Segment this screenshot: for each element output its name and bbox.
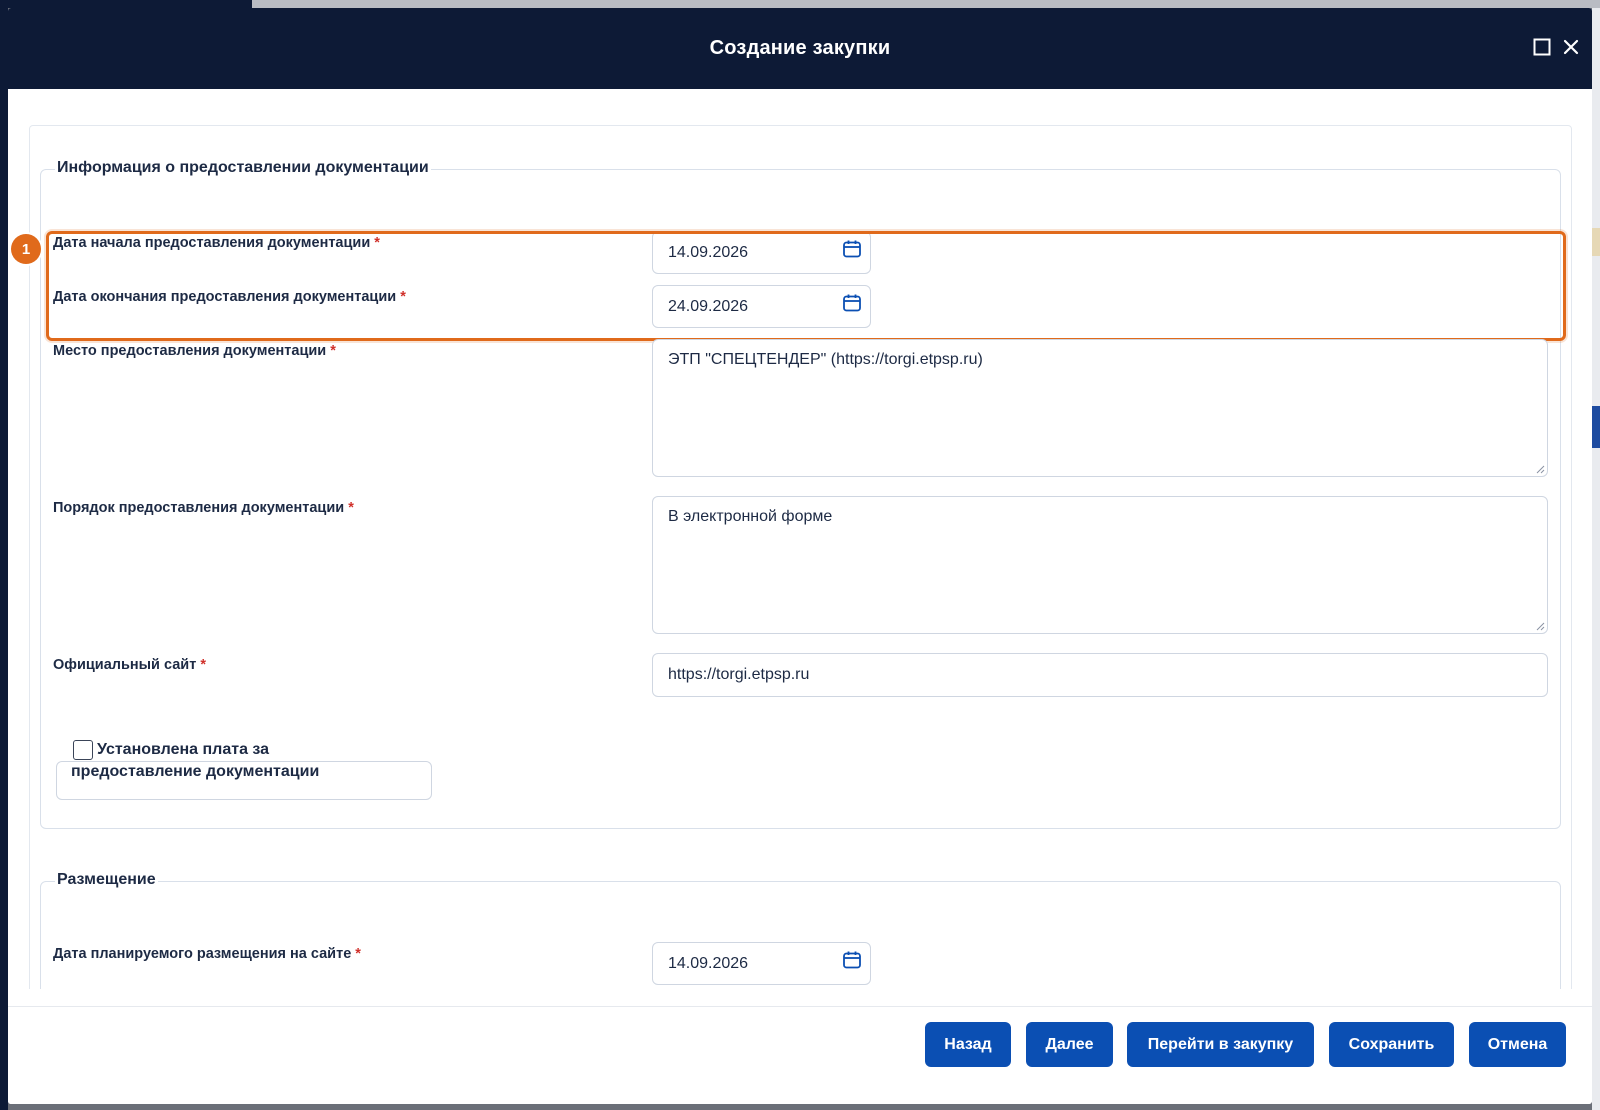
site-input[interactable]: https://torgi.etpsp.ru bbox=[652, 653, 1548, 697]
site-value: https://torgi.etpsp.ru bbox=[668, 666, 810, 683]
placement-section-title: Размещение bbox=[55, 871, 158, 889]
end-date-input[interactable]: 24.09.2026 bbox=[652, 285, 871, 328]
planned-date-value: 14.09.2026 bbox=[668, 954, 749, 972]
end-date-value: 24.09.2026 bbox=[668, 297, 749, 315]
next-button[interactable]: Далее bbox=[1026, 1022, 1113, 1067]
place-value: ЭТП "СПЕЦТЕНДЕР" (https://torgi.etpsp.ru… bbox=[668, 351, 983, 368]
fee-checkbox-label[interactable]: Установлена плата за предоставление доку… bbox=[71, 739, 401, 783]
fee-checkbox[interactable] bbox=[73, 740, 93, 760]
resize-grip-icon[interactable] bbox=[1535, 621, 1545, 631]
modal-body[interactable]: Информация о предоставлении документации… bbox=[8, 89, 1592, 989]
resize-grip-icon[interactable] bbox=[1535, 464, 1545, 474]
annotation-badge: 1 bbox=[11, 234, 41, 264]
background-app-top bbox=[0, 0, 1600, 8]
start-date-label: Дата начала предоставления документации … bbox=[53, 235, 380, 251]
back-button[interactable]: Назад bbox=[925, 1022, 1011, 1067]
modal-header: Создание закупки bbox=[8, 8, 1592, 89]
background-app-sidebar bbox=[0, 8, 8, 1110]
modal-footer: Назад Далее Перейти в закупку Сохранить … bbox=[8, 1006, 1592, 1104]
site-label: Официальный сайт * bbox=[53, 657, 206, 673]
background-app-right bbox=[1592, 8, 1600, 1110]
maximize-icon[interactable] bbox=[1532, 37, 1552, 57]
order-label: Порядок предоставления документации * bbox=[53, 500, 354, 516]
calendar-icon[interactable] bbox=[842, 950, 862, 970]
planned-date-input[interactable]: 14.09.2026 bbox=[652, 942, 871, 985]
planned-date-label: Дата планируемого размещения на сайте * bbox=[53, 946, 361, 962]
end-date-label: Дата окончания предоставления документац… bbox=[53, 289, 406, 305]
close-icon[interactable] bbox=[1561, 37, 1581, 57]
start-date-input[interactable]: 14.09.2026 bbox=[652, 231, 871, 274]
calendar-icon[interactable] bbox=[842, 293, 862, 313]
save-button[interactable]: Сохранить bbox=[1329, 1022, 1454, 1067]
go-to-purchase-button[interactable]: Перейти в закупку bbox=[1127, 1022, 1314, 1067]
order-textarea[interactable]: В электронной форме bbox=[652, 496, 1548, 634]
modal-title: Создание закупки bbox=[709, 37, 891, 59]
create-purchase-modal: Создание закупки Информация о предоставл… bbox=[8, 8, 1592, 1104]
place-textarea[interactable]: ЭТП "СПЕЦТЕНДЕР" (https://torgi.etpsp.ru… bbox=[652, 339, 1548, 477]
place-label: Место предоставления документации * bbox=[53, 343, 336, 359]
calendar-icon[interactable] bbox=[842, 239, 862, 259]
cancel-button[interactable]: Отмена bbox=[1469, 1022, 1566, 1067]
documentation-section-title: Информация о предоставлении документации bbox=[55, 159, 431, 177]
order-value: В электронной форме bbox=[668, 508, 833, 525]
start-date-value: 14.09.2026 bbox=[668, 243, 749, 261]
